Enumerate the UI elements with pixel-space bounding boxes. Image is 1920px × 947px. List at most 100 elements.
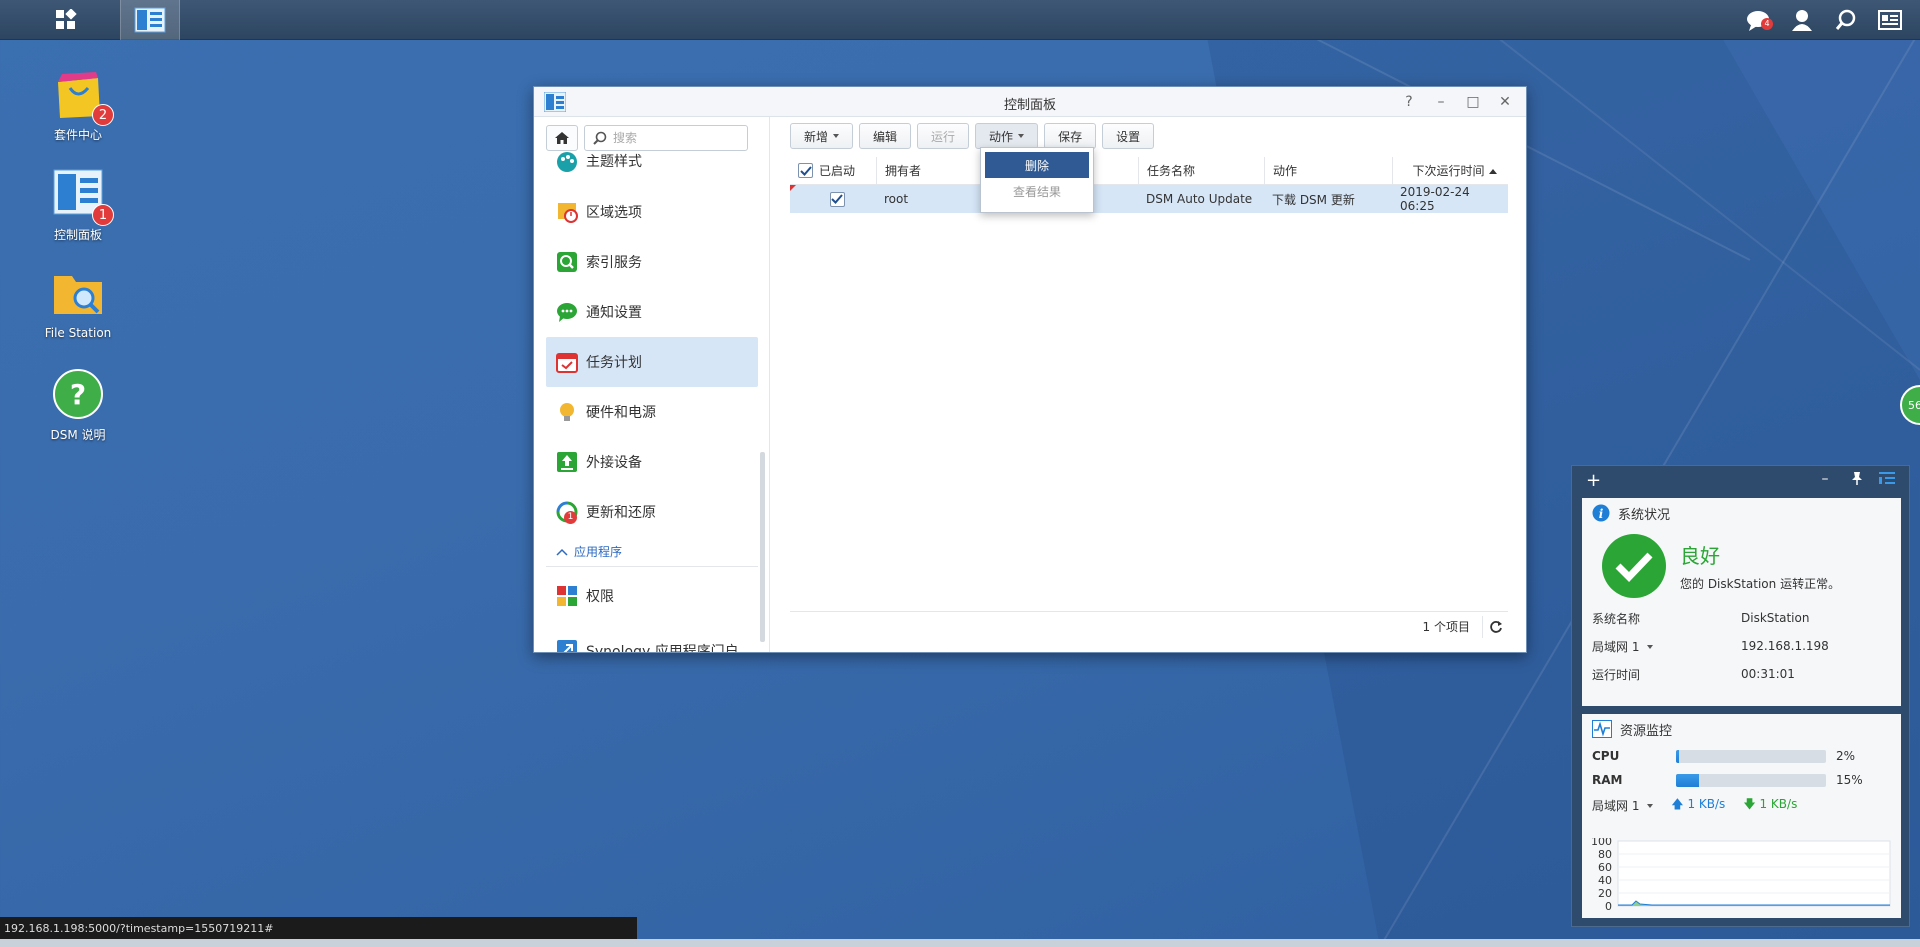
sidebar-item-notification[interactable]: 通知设置 [546, 287, 758, 337]
os-taskbar-strip [0, 939, 1920, 947]
column-header-action[interactable]: 动作 [1264, 157, 1392, 184]
close-button[interactable]: ✕ [1494, 92, 1516, 112]
desktop-icon-control-panel[interactable]: 1 控制面板 [30, 166, 126, 243]
help-button[interactable]: ? [1398, 92, 1420, 112]
minimize-button[interactable]: – [1430, 92, 1452, 112]
menu-item-delete[interactable]: 删除 [985, 152, 1089, 178]
save-button-label: 保存 [1058, 129, 1083, 144]
home-button[interactable] [546, 125, 578, 151]
main-menu-button[interactable] [40, 0, 92, 40]
sidebar-list: 主题样式 区域选项 索引服务 通知设置 任务计划 硬件和电源 外接设备 1 更新… [546, 151, 758, 652]
sidebar-item-theme[interactable]: 主题样式 [546, 151, 758, 187]
row-enabled-checkbox[interactable] [829, 191, 845, 207]
caret-down-icon [1018, 134, 1025, 138]
sidebar-section-applications[interactable]: 应用程序 [546, 537, 758, 567]
uptime-row: 运行时间 00:31:01 [1582, 660, 1901, 688]
sidebar-item-update-restore[interactable]: 1 更新和还原 [546, 487, 758, 537]
search-input[interactable] [613, 131, 743, 145]
search-icon [1835, 9, 1856, 30]
sidebar-item-label: 更新和还原 [586, 505, 656, 521]
maximize-button[interactable]: □ [1462, 92, 1484, 112]
browser-status-url: 192.168.1.198:5000/?timestamp=1550719211… [0, 917, 637, 939]
network-selector[interactable]: 局域网 1 [1592, 797, 1654, 814]
column-header-label: 动作 [1273, 164, 1298, 178]
lan-row[interactable]: 局域网 1 192.168.1.198 [1582, 632, 1901, 660]
cell-next-run: 2019-02-24 06:25 [1400, 185, 1470, 213]
sidebar-item-label: 任务计划 [586, 355, 642, 371]
window-title-bar[interactable]: 控制面板 ? – □ ✕ [534, 87, 1526, 117]
user-button[interactable] [1781, 0, 1823, 40]
ram-bar [1676, 773, 1826, 787]
search-icon [593, 131, 607, 145]
pin-widget-button[interactable] [1847, 471, 1867, 489]
chart-tick-label: 80 [1598, 848, 1612, 861]
package-center-badge: 2 [92, 104, 114, 126]
sidebar-item-task-scheduler[interactable]: 任务计划 [546, 337, 758, 387]
sidebar: 主题样式 区域选项 索引服务 通知设置 任务计划 硬件和电源 [534, 117, 770, 652]
save-button[interactable]: 保存 [1044, 123, 1097, 149]
lan-selector[interactable]: 局域网 1 [1592, 638, 1741, 655]
taskbar-control-panel-button[interactable] [120, 0, 180, 40]
status-ok-icon [1602, 534, 1666, 598]
action-button[interactable]: 动作 [975, 123, 1039, 149]
upload-rate: 🡅 1 KB/s [1671, 795, 1725, 816]
sidebar-item-regional[interactable]: 区域选项 [546, 187, 758, 237]
sidebar-item-label: 索引服务 [586, 255, 642, 271]
system-name-row: 系统名称 DiskStation [1582, 604, 1901, 632]
download-rate: 🡇 1 KB/s [1743, 795, 1797, 816]
network-row: 局域网 1 🡅 1 KB/s 🡇 1 KB/s [1582, 792, 1901, 818]
status-description: 您的 DiskStation 运转正常。 [1680, 577, 1841, 591]
privileges-icon [557, 586, 577, 606]
app-portal-icon [557, 640, 577, 652]
settings-button[interactable]: 设置 [1102, 123, 1155, 149]
sidebar-item-hardware[interactable]: 硬件和电源 [546, 387, 758, 437]
minimize-widget-button[interactable]: – [1815, 471, 1835, 487]
column-header-task-name[interactable]: 任务名称 [1138, 157, 1264, 184]
search-button[interactable] [1825, 0, 1867, 40]
widgets-button[interactable] [1869, 0, 1911, 40]
edit-button[interactable]: 编辑 [859, 123, 912, 149]
chevron-up-icon [556, 548, 568, 556]
refresh-button[interactable] [1482, 615, 1508, 638]
sidebar-scrollbar[interactable] [760, 452, 765, 642]
new-button[interactable]: 新增 [790, 123, 854, 149]
section-label: 应用程序 [574, 545, 623, 559]
close-icon: ✕ [1499, 94, 1511, 110]
desktop-icon-label: DSM 说明 [50, 428, 106, 442]
run-button-label: 运行 [931, 129, 956, 144]
system-health-widget: i 系统状况 良好 您的 DiskStation 运转正常。 系统名称 DiskS… [1582, 498, 1901, 706]
column-header-enabled[interactable]: 已启动 [790, 157, 876, 184]
chart-tick-label: 100 [1592, 838, 1612, 848]
resource-monitor-icon [1592, 720, 1612, 738]
add-widget-button[interactable]: + [1586, 470, 1601, 491]
column-header-next-run[interactable]: 下次运行时间 [1392, 157, 1508, 184]
kv-value: 00:31:01 [1741, 667, 1795, 681]
notifications-button[interactable]: 4 [1737, 0, 1779, 40]
widget-title: 资源监控 [1582, 714, 1901, 744]
row-flag [790, 185, 796, 191]
select-all-checkbox[interactable] [798, 163, 813, 178]
desktop-icon-package-center[interactable]: 2 套件中心 [30, 66, 126, 143]
cpu-bar-fill [1676, 749, 1679, 763]
table-row[interactable]: root DSM Auto Update 下载 DSM 更新 2019-02-2… [790, 185, 1508, 213]
widget-title: i 系统状况 [1582, 498, 1901, 528]
sidebar-item-privileges[interactable]: 权限 [546, 571, 758, 621]
caret-down-icon [1647, 804, 1654, 808]
run-button[interactable]: 运行 [917, 123, 970, 149]
item-count: 1 个项目 [1422, 620, 1470, 634]
widget-layout-button[interactable] [1877, 471, 1897, 489]
grid-footer: 1 个项目 [790, 611, 1508, 641]
desktop-icon-dsm-help[interactable]: ? DSM 说明 [30, 366, 126, 443]
kv-value: 192.168.1.198 [1741, 639, 1829, 653]
task-grid: 已启动 拥有者 任务名称 动作 下次运行时间 root DSM Auto Upd… [790, 157, 1508, 213]
sidebar-item-indexing[interactable]: 索引服务 [546, 237, 758, 287]
notification-chat-icon [557, 303, 577, 322]
sidebar-item-app-portal[interactable]: Synology 应用程序门户 [546, 621, 758, 652]
desktop-icon-file-station[interactable]: File Station [30, 266, 126, 340]
minimize-icon: – [1437, 94, 1445, 110]
package-center-icon: 2 [50, 66, 114, 126]
search-box[interactable] [584, 125, 748, 151]
menu-item-view-result[interactable]: 查看结果 [985, 178, 1089, 204]
sidebar-item-external-devices[interactable]: 外接设备 [546, 437, 758, 487]
control-panel-icon: 1 [50, 166, 114, 226]
